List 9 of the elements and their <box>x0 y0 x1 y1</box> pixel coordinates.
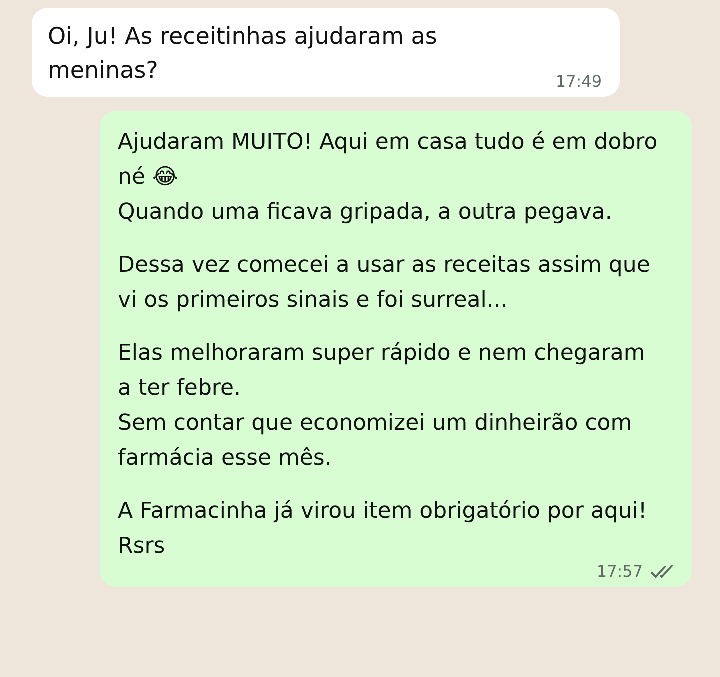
message-text: Elas melhoraram super rápido e nem chegaram a ter febre. <box>118 340 646 403</box>
message-text: Ajudaram MUITO! Aqui em casa tudo é em dobro né 😂 <box>118 129 658 192</box>
message-text: Dessa vez comecei a usar as receitas assim que vi os primeiros sinais e foi surreal... <box>118 252 652 315</box>
message-text: A Farmacinha já virou item obrigatório por aqui! Rsrs <box>118 498 648 561</box>
message-text: Oi, Ju! As receitinhas ajudaram as meninas? <box>48 23 438 86</box>
message-time: 17:57 <box>596 562 643 581</box>
message-time: 17:49 <box>556 72 602 91</box>
message-text: Sem contar que economizei um dinheirão com farmácia esse mês. <box>118 410 634 473</box>
message-text: Quando uma ficava gripada, a outra pegava. <box>118 199 614 227</box>
